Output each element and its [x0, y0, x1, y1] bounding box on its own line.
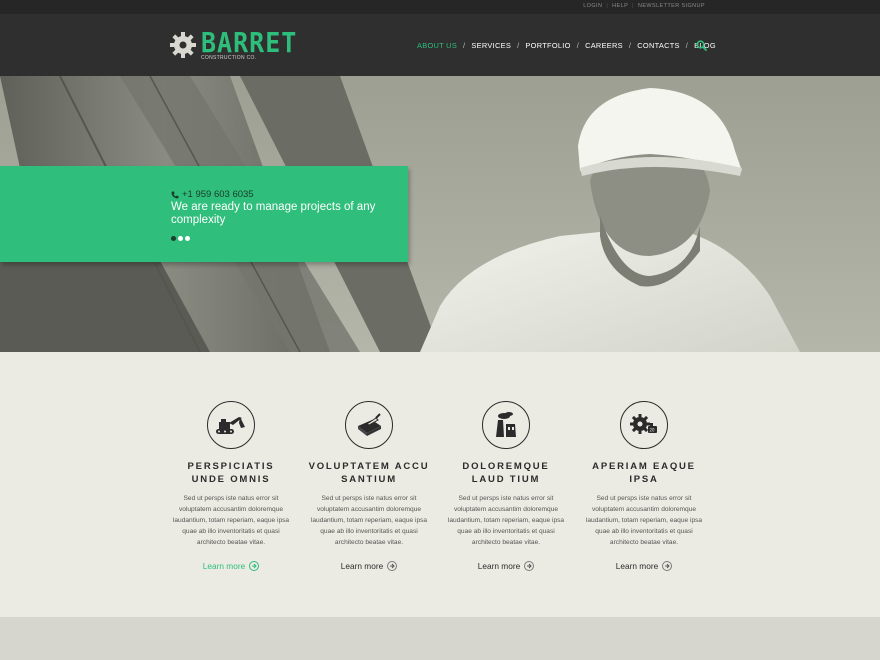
- nav-separator: /: [628, 41, 632, 50]
- hero-banner: +1 959 603 6035 We are ready to manage p…: [0, 76, 880, 352]
- arrow-right-icon: [249, 561, 260, 571]
- nav-separator: /: [685, 41, 689, 50]
- svg-text:20: 20: [650, 428, 656, 433]
- learn-more-label: Learn more: [202, 561, 246, 571]
- hero-tagline: We are ready to manage projects of any c…: [171, 201, 376, 226]
- feature-card-2: VOLUPTATEM ACCU SANTIUM Sed ut persps is…: [307, 401, 431, 574]
- learn-more-link[interactable]: Learn more: [202, 561, 260, 571]
- learn-more-label: Learn more: [477, 561, 521, 571]
- gears-icon: 20: [620, 401, 668, 449]
- slider-dots: [171, 236, 192, 241]
- features-section: PERSPICIATIS UNDE OMNIS Sed ut persps is…: [0, 352, 880, 617]
- gear-icon: [170, 32, 196, 58]
- login-link[interactable]: LOGIN: [583, 3, 602, 9]
- factory-icon: [482, 401, 530, 449]
- utility-separator: |: [632, 3, 634, 9]
- nav-item-careers[interactable]: CAREERS: [585, 41, 623, 50]
- slider-dot-3[interactable]: [185, 236, 190, 241]
- help-link[interactable]: HELP: [612, 3, 628, 9]
- logo[interactable]: BARRET CONSTRUCTION CO.: [169, 26, 298, 61]
- feature-text: Sed ut persps iste natus error sit volup…: [447, 495, 565, 546]
- slider-dot-1[interactable]: [171, 236, 176, 241]
- utility-separator: |: [606, 3, 609, 9]
- arrow-right-icon: [387, 561, 398, 571]
- hero-caption-box: +1 959 603 6035 We are ready to manage p…: [0, 166, 408, 262]
- newsletter-signup-link[interactable]: NEWSLETTER SIGNUP: [638, 3, 705, 9]
- feature-card-4: 20 APERIAM EAQUE IPSA Sed ut persps iste…: [582, 401, 706, 574]
- learn-more-label: Learn more: [615, 561, 659, 571]
- feature-card-3: DOLOREMQUE LAUD TIUM Sed ut persps iste …: [444, 401, 568, 574]
- arrow-right-icon: [662, 561, 673, 571]
- nav-separator: /: [576, 41, 580, 50]
- feature-text: Sed ut persps iste natus error sit volup…: [172, 495, 290, 546]
- main-nav: ABOUT US / SERVICES / PORTFOLIO / CAREER…: [417, 41, 716, 50]
- feature-title: DOLOREMQUE LAUD TIUM: [462, 461, 550, 485]
- nav-separator: /: [517, 41, 520, 50]
- phone-icon: [171, 191, 179, 199]
- feature-title: PERSPICIATIS UNDE OMNIS: [187, 461, 275, 485]
- nav-item-services[interactable]: SERVICES: [471, 41, 511, 50]
- feature-text: Sed ut persps iste natus error sit volup…: [585, 495, 703, 546]
- arrow-right-icon: [524, 561, 535, 571]
- nav-item-about-us[interactable]: ABOUT US: [417, 41, 457, 50]
- feature-title: APERIAM EAQUE IPSA: [592, 461, 696, 485]
- excavator-icon: [207, 401, 255, 449]
- utility-bar: LOGIN | HELP | NEWSLETTER SIGNUP: [0, 0, 880, 14]
- slider-dot-2[interactable]: [178, 236, 183, 241]
- learn-more-link[interactable]: Learn more: [340, 561, 398, 571]
- hero-phone[interactable]: +1 959 603 6035: [171, 189, 254, 200]
- phone-number: +1 959 603 6035: [182, 189, 254, 200]
- feature-card-1: PERSPICIATIS UNDE OMNIS Sed ut persps is…: [169, 401, 293, 574]
- search-icon[interactable]: [696, 40, 707, 51]
- nav-item-contacts[interactable]: CONTACTS: [637, 41, 680, 50]
- nav-item-portfolio[interactable]: PORTFOLIO: [525, 41, 570, 50]
- learn-more-link[interactable]: Learn more: [477, 561, 535, 571]
- site-header: BARRET CONSTRUCTION CO. ABOUT US / SERVI…: [0, 14, 880, 76]
- logo-name: BARRET: [201, 26, 298, 59]
- learn-more-link[interactable]: Learn more: [615, 561, 673, 571]
- trowel-brick-icon: [345, 401, 393, 449]
- feature-text: Sed ut persps iste natus error sit volup…: [310, 495, 428, 546]
- feature-title: VOLUPTATEM ACCU SANTIUM: [308, 461, 430, 485]
- next-section: [0, 617, 880, 660]
- learn-more-label: Learn more: [340, 561, 384, 571]
- utility-links: LOGIN | HELP | NEWSLETTER SIGNUP: [583, 3, 705, 9]
- nav-separator: /: [463, 41, 466, 50]
